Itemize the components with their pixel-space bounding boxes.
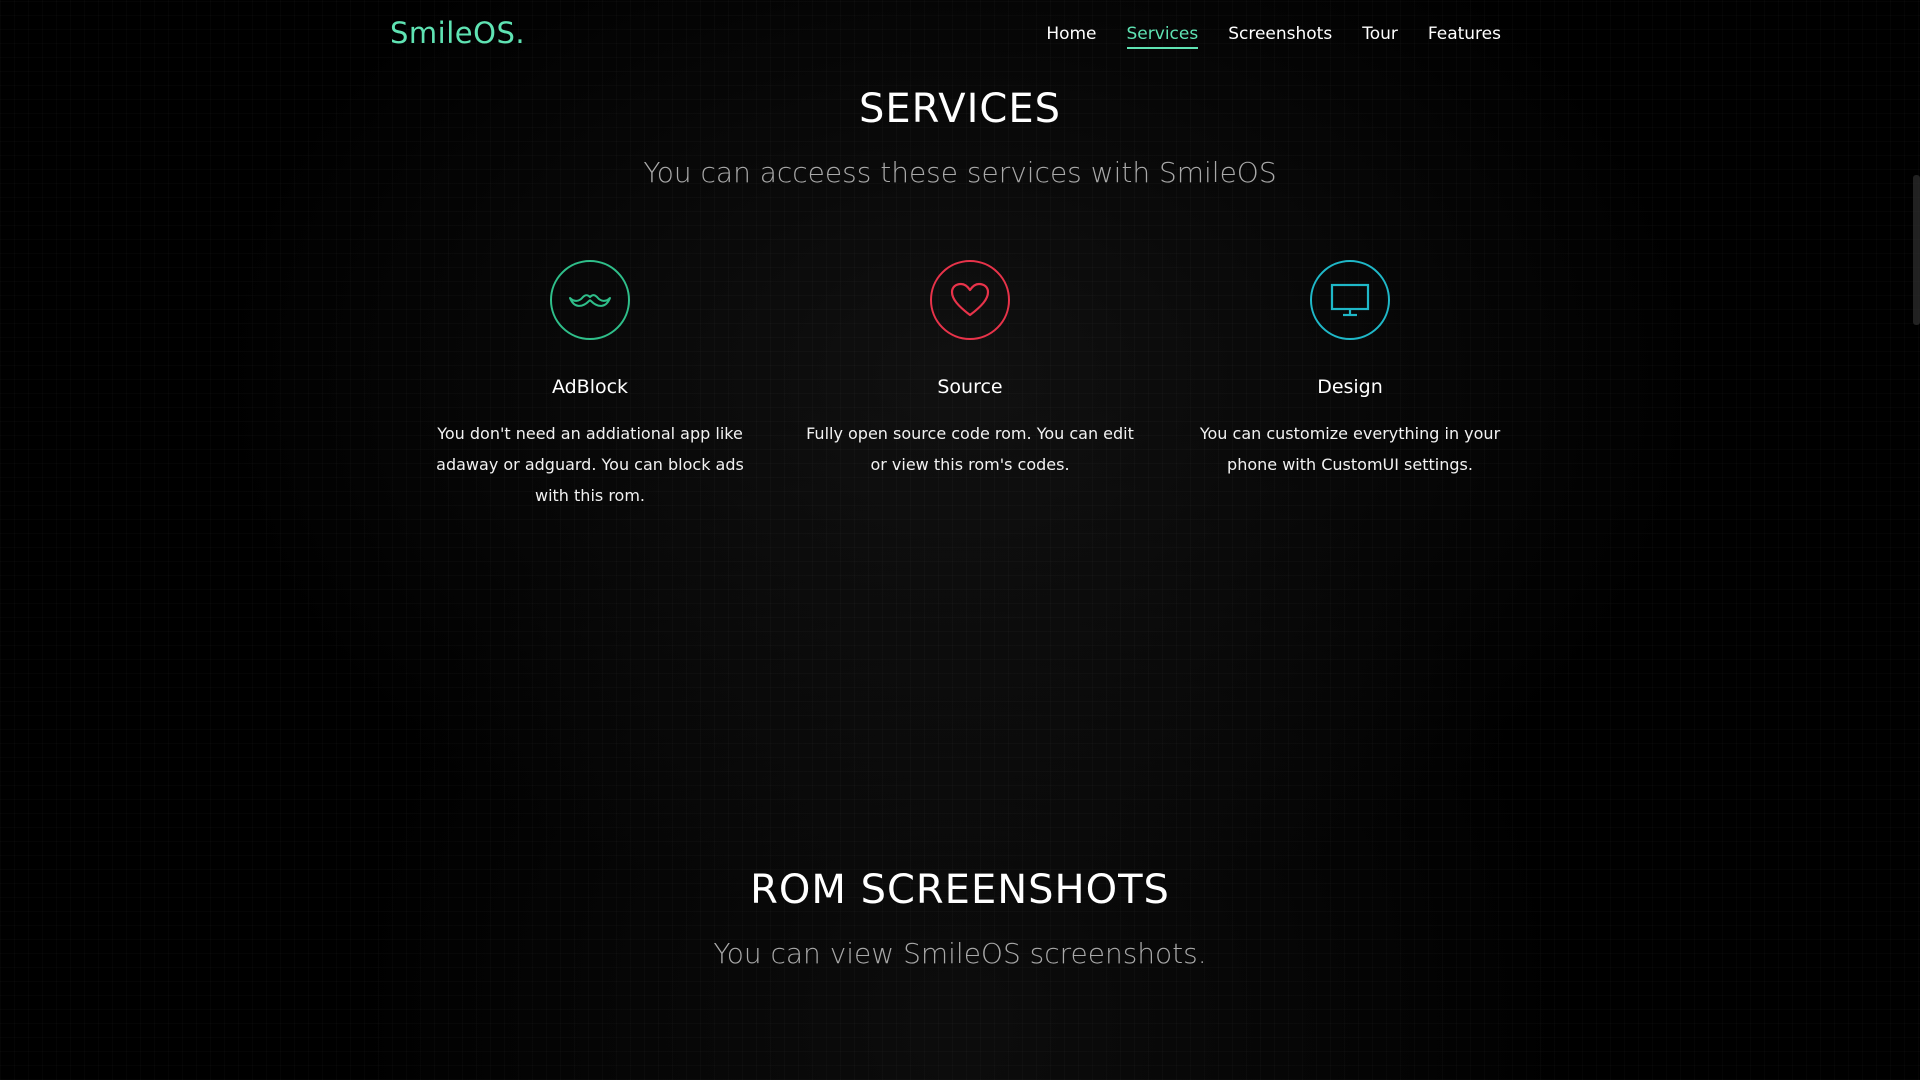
navbar: SmileOS. Home Services Screenshots Tour … bbox=[0, 0, 1920, 72]
heart-icon bbox=[950, 282, 990, 317]
nav-item-services: Services bbox=[1126, 24, 1199, 49]
adblock-icon-circle bbox=[550, 260, 630, 340]
scrollbar-thumb[interactable] bbox=[1913, 175, 1920, 325]
screenshots-subtitle: You can view SmileOS screenshots. bbox=[713, 937, 1207, 970]
source-description: Fully open source code rom. You can edit… bbox=[806, 424, 1134, 474]
mustache-icon bbox=[569, 294, 611, 307]
nav-item-tour: Tour bbox=[1362, 24, 1398, 44]
adblock-description: You don't need an addiational app like a… bbox=[436, 424, 744, 505]
nav-item-features: Features bbox=[1428, 24, 1501, 44]
monitor-icon bbox=[1330, 283, 1370, 317]
design-description: You can customize everything in your pho… bbox=[1199, 424, 1501, 474]
services-subtitle: You can acceess these services with Smil… bbox=[643, 156, 1277, 189]
service-cards: AdBlock You don't need an addiational ap… bbox=[400, 258, 1540, 511]
screenshots-title: ROM SCREENSHOTS bbox=[750, 867, 1170, 913]
nav-link-screenshots[interactable]: Screenshots bbox=[1228, 24, 1332, 47]
nav-links: Home Services Screenshots Tour Features bbox=[1046, 24, 1501, 49]
service-card-adblock: AdBlock You don't need an addiational ap… bbox=[400, 258, 780, 511]
nav-link-home[interactable]: Home bbox=[1046, 24, 1096, 47]
nav-item-screenshots: Screenshots bbox=[1228, 24, 1332, 44]
source-icon-circle bbox=[930, 260, 1010, 340]
design-title: Design bbox=[1317, 376, 1383, 398]
service-card-source: Source Fully open source code rom. You c… bbox=[780, 258, 1160, 511]
source-title: Source bbox=[937, 376, 1003, 398]
service-card-design: Design You can customize everything in y… bbox=[1160, 258, 1540, 511]
adblock-title: AdBlock bbox=[551, 376, 629, 398]
nav-item-home: Home bbox=[1046, 24, 1096, 44]
services-title: SERVICES bbox=[858, 86, 1062, 132]
nav-link-tour[interactable]: Tour bbox=[1362, 24, 1398, 47]
brand-logo[interactable]: SmileOS. bbox=[390, 16, 525, 50]
design-icon-circle bbox=[1310, 260, 1390, 340]
nav-link-features[interactable]: Features bbox=[1428, 24, 1501, 47]
nav-link-services[interactable]: Services bbox=[1126, 24, 1199, 49]
